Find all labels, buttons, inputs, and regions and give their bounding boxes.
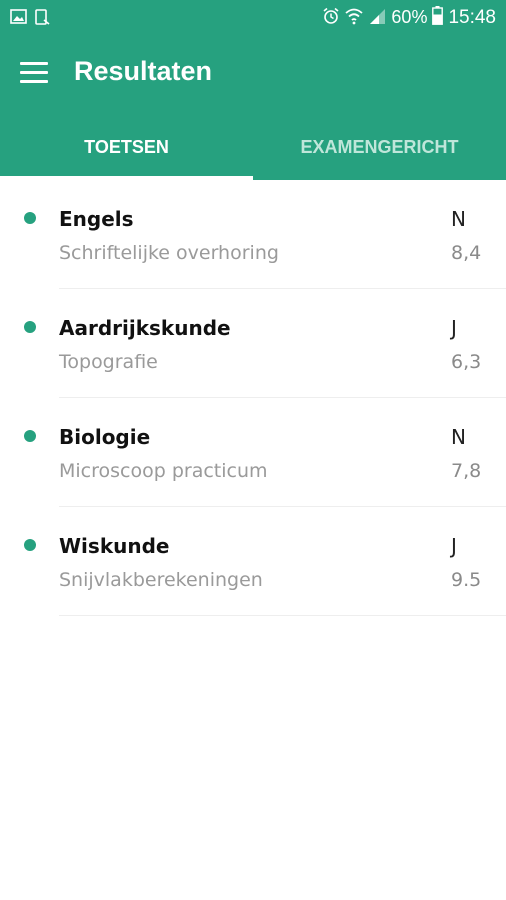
bullet-dot <box>24 321 36 333</box>
app-header: 60% 15:48 Resultaten TOETSEN EXAMENGERIC… <box>0 0 506 180</box>
result-flag: J <box>451 534 457 558</box>
results-list: Engels Schriftelijke overhoring N 8,4 Aa… <box>0 180 506 616</box>
grade-value: 8,4 <box>451 242 482 264</box>
grade-value: 6,3 <box>451 351 482 373</box>
status-left <box>10 9 50 29</box>
test-description: Snijvlakberekeningen <box>59 569 263 591</box>
test-description: Topografie <box>59 351 158 373</box>
bullet-dot <box>24 430 36 442</box>
status-time: 15:48 <box>448 6 496 28</box>
status-bar: 60% 15:48 <box>0 0 506 36</box>
tab-examengericht[interactable]: EXAMENGERICHT <box>253 114 506 180</box>
image-icon <box>10 9 27 29</box>
list-item[interactable]: Biologie Microscoop practicum N 7,8 <box>0 398 506 507</box>
battery-icon <box>432 6 444 29</box>
list-item[interactable]: Engels Schriftelijke overhoring N 8,4 <box>0 180 506 289</box>
grade-value: 9.5 <box>451 569 482 591</box>
result-flag: J <box>451 316 457 340</box>
result-flag: N <box>451 425 466 449</box>
bullet-dot <box>24 212 36 224</box>
battery-percent: 60% <box>391 7 428 27</box>
test-description: Schriftelijke overhoring <box>59 242 279 264</box>
list-item[interactable]: Wiskunde Snijvlakberekeningen J 9.5 <box>0 507 506 616</box>
status-right: 60% 15:48 <box>322 6 496 29</box>
subject-name: Aardrijkskunde <box>59 316 231 340</box>
bullet-dot <box>24 539 36 551</box>
test-description: Microscoop practicum <box>59 460 268 482</box>
tab-bar: TOETSEN EXAMENGERICHT <box>0 114 506 180</box>
hamburger-menu-icon[interactable] <box>20 62 48 84</box>
divider <box>59 615 506 616</box>
grade-value: 7,8 <box>451 460 482 482</box>
subject-name: Wiskunde <box>59 534 170 558</box>
page-title: Resultaten <box>74 56 213 86</box>
tab-toetsen[interactable]: TOETSEN <box>0 114 253 180</box>
wifi-icon <box>345 7 364 29</box>
alarm-icon <box>322 7 340 29</box>
signal-icon <box>368 7 386 29</box>
subject-name: Engels <box>59 207 134 231</box>
phone-outline-icon <box>35 9 50 29</box>
result-flag: N <box>451 207 466 231</box>
list-item[interactable]: Aardrijkskunde Topografie J 6,3 <box>0 289 506 398</box>
tab-toetsen-label: TOETSEN <box>84 136 169 157</box>
subject-name: Biologie <box>59 425 151 449</box>
tab-examengericht-label: EXAMENGERICHT <box>300 136 459 157</box>
toolbar: Resultaten <box>0 36 506 114</box>
